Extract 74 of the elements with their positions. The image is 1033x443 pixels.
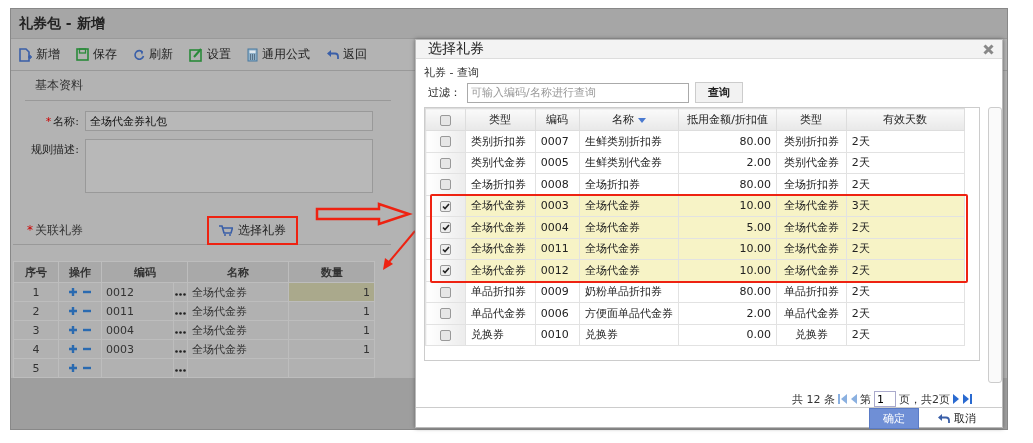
column-header: 数量 bbox=[288, 261, 375, 283]
row-checkbox[interactable] bbox=[440, 308, 451, 320]
last-page-icon[interactable] bbox=[963, 394, 972, 404]
section-title: 基本资料 bbox=[25, 71, 391, 101]
filter-label: 过滤： bbox=[428, 85, 461, 100]
description-field[interactable] bbox=[85, 139, 373, 193]
refresh-icon bbox=[133, 48, 145, 61]
required-mark: * bbox=[45, 115, 52, 128]
column-header[interactable]: 编码 bbox=[535, 108, 580, 131]
more-icon[interactable] bbox=[175, 311, 186, 315]
column-header[interactable]: 名称 bbox=[579, 108, 679, 131]
save-icon bbox=[76, 48, 89, 61]
row-checkbox[interactable] bbox=[440, 136, 451, 148]
calculator-icon bbox=[247, 47, 258, 62]
total-count: 共 12 条 bbox=[792, 391, 835, 407]
sort-down-icon bbox=[638, 118, 647, 123]
row-checkbox[interactable] bbox=[440, 179, 451, 191]
query-label: 礼券 - 查询 bbox=[423, 65, 480, 80]
more-icon[interactable] bbox=[175, 330, 186, 334]
page-label: 页，共2页 bbox=[899, 391, 950, 407]
toolbar-button[interactable]: 新增 bbox=[19, 46, 60, 63]
window-title: 礼券包 - 新增 bbox=[11, 9, 1007, 39]
column-header: 编码 bbox=[101, 261, 188, 283]
name-field[interactable]: 全场代金券礼包 bbox=[85, 111, 373, 131]
required-mark: * bbox=[27, 223, 33, 237]
row-checkbox[interactable] bbox=[440, 286, 451, 298]
more-icon[interactable] bbox=[175, 292, 186, 296]
scrollbar[interactable] bbox=[988, 107, 1002, 383]
cart-icon bbox=[219, 225, 233, 236]
page-field[interactable]: 1 bbox=[874, 391, 896, 407]
field-label: 规则描述: bbox=[30, 142, 79, 157]
column-header: 名称 bbox=[187, 261, 289, 283]
field-label: 名称: bbox=[53, 115, 79, 128]
arrow bbox=[383, 230, 416, 270]
column-header[interactable]: 抵用金额/折扣值 bbox=[678, 108, 777, 131]
first-page-icon[interactable] bbox=[838, 394, 847, 404]
back-arrow-icon bbox=[937, 413, 950, 424]
new-file-icon bbox=[19, 47, 32, 62]
row-checkbox[interactable] bbox=[440, 157, 451, 169]
row-checkbox[interactable] bbox=[440, 200, 451, 212]
column-header: 操作 bbox=[58, 261, 102, 283]
select-coupon-button[interactable]: 选择礼券 bbox=[213, 220, 292, 241]
column-header[interactable]: 类型 bbox=[465, 108, 536, 131]
close-icon[interactable] bbox=[983, 43, 994, 55]
more-icon[interactable] bbox=[175, 349, 186, 353]
search-button[interactable]: 查询 bbox=[695, 82, 743, 103]
next-page-icon[interactable] bbox=[953, 394, 960, 404]
plus-icon[interactable] bbox=[69, 325, 77, 334]
page-label: 第 bbox=[860, 391, 871, 407]
back-arrow-icon bbox=[326, 49, 339, 60]
more-icon[interactable] bbox=[175, 368, 186, 372]
plus-icon[interactable] bbox=[69, 344, 77, 353]
plus-icon[interactable] bbox=[69, 363, 77, 372]
toolbar-button[interactable]: 刷新 bbox=[133, 46, 173, 63]
plus-icon[interactable] bbox=[69, 287, 77, 296]
select-all-checkbox[interactable] bbox=[440, 114, 451, 126]
toolbar-button[interactable]: 返回 bbox=[326, 46, 367, 63]
plus-icon[interactable] bbox=[69, 306, 77, 315]
edit-icon bbox=[189, 47, 203, 62]
toolbar-button[interactable]: 通用公式 bbox=[247, 46, 310, 63]
dialog-title: 选择礼券 bbox=[428, 40, 484, 58]
previous-page-icon[interactable] bbox=[850, 394, 857, 404]
cancel-button[interactable]: 取消 bbox=[931, 410, 982, 427]
row-checkbox[interactable] bbox=[440, 329, 451, 341]
row-checkbox[interactable] bbox=[440, 243, 451, 255]
toolbar-button[interactable]: 保存 bbox=[76, 46, 117, 63]
row-checkbox[interactable] bbox=[440, 265, 451, 277]
column-header: 序号 bbox=[13, 261, 59, 283]
row-checkbox[interactable] bbox=[440, 222, 451, 234]
section-title: 关联礼券 bbox=[35, 223, 83, 237]
column-header[interactable]: 有效天数 bbox=[846, 108, 965, 131]
column-header[interactable]: 类型 bbox=[776, 108, 847, 131]
toolbar-button[interactable]: 设置 bbox=[189, 46, 231, 63]
filter-field[interactable]: 可输入编码/名称进行查询 bbox=[467, 82, 689, 103]
